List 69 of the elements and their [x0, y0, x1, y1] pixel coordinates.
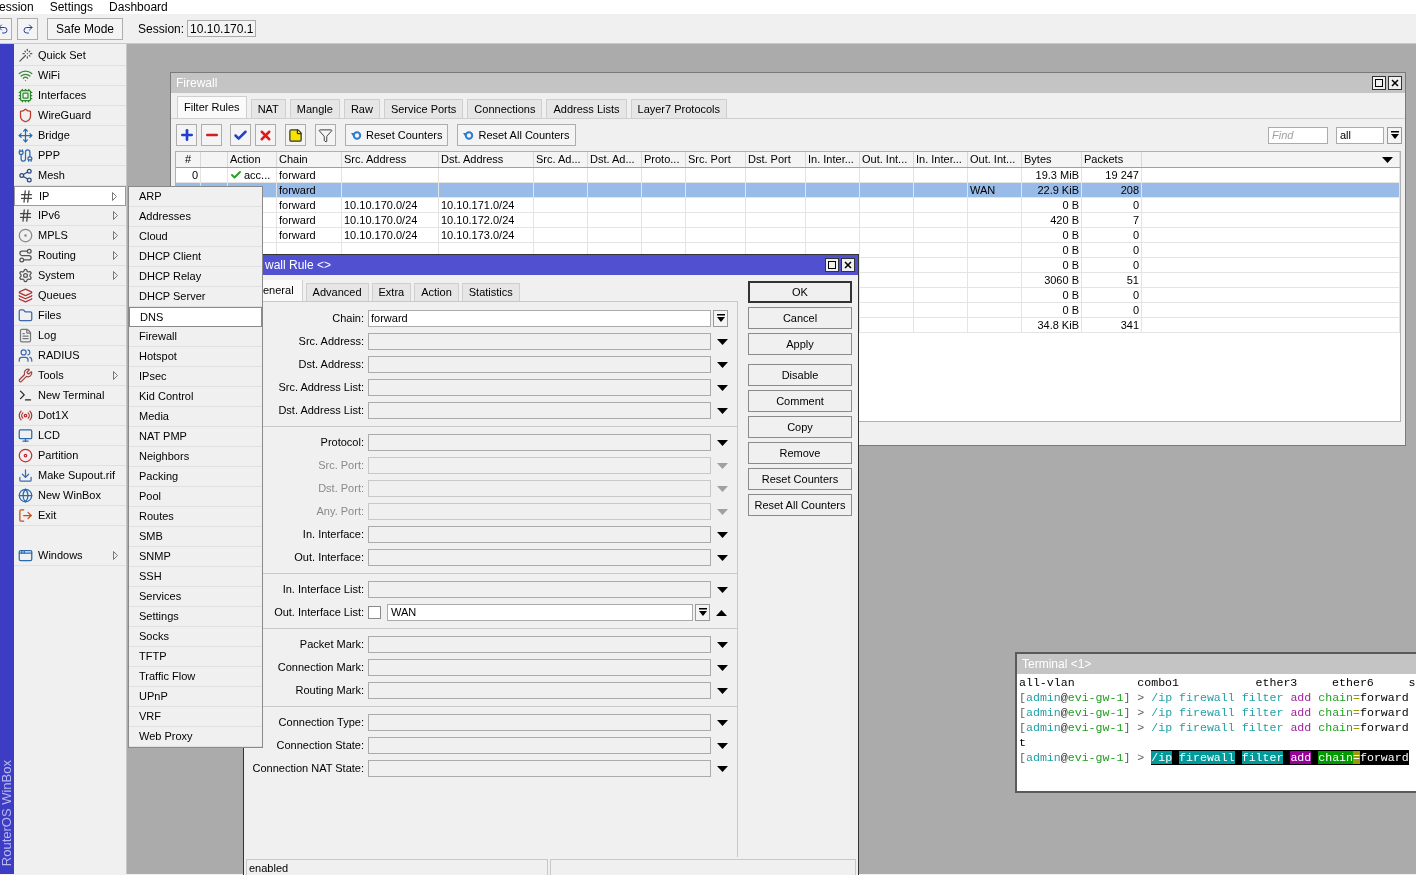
- table-cell: 10.10.171.0/24: [441, 199, 515, 211]
- field-label: In. Interface List:: [282, 584, 364, 595]
- field-label: In. Interface:: [302, 529, 364, 540]
- table-cell: 0: [1132, 244, 1139, 256]
- field-label: Src. Port:: [318, 460, 364, 471]
- status-text: enabled: [249, 862, 289, 874]
- window-title: Firewall: [176, 77, 218, 89]
- terminal-output: all-vlan combo1 ether3 ether6 s: [1019, 676, 1416, 689]
- table-cell: forward: [279, 199, 316, 211]
- field-label: Dst. Address:: [298, 359, 364, 370]
- terminal-prompt: [admin@evi-gw-1] >: [1019, 705, 1145, 720]
- terminal-prompt: [admin@evi-gw-1] >: [1019, 750, 1145, 765]
- brand-text: RouterOS WinBox: [1, 759, 13, 866]
- table-cell: 3060 B: [1044, 274, 1079, 286]
- terminal-command: /ip firewall filter add chain=forward: [1151, 720, 1409, 735]
- table-cell: 19.3 MiB: [1035, 169, 1079, 181]
- terminal-output: t: [1019, 736, 1026, 749]
- field-label: Out. Interface List:: [274, 607, 364, 618]
- field-label: Out. Interface:: [294, 552, 364, 563]
- table-cell: 0 B: [1062, 304, 1079, 316]
- table-cell: forward: [279, 184, 316, 196]
- table-cell: 341: [1120, 319, 1139, 331]
- terminal-prompt: [admin@evi-gw-1] >: [1019, 690, 1145, 705]
- field-label: Chain:: [332, 313, 364, 324]
- table-cell: 51: [1126, 274, 1139, 286]
- table-cell: 0: [1132, 289, 1139, 301]
- field-label: Connection State:: [276, 740, 364, 751]
- table-cell: 0: [191, 169, 198, 181]
- field-label: Connection Mark:: [277, 662, 364, 673]
- field-label: Routing Mark:: [295, 685, 364, 696]
- table-cell: forward: [279, 214, 316, 226]
- table-cell: 420 B: [1050, 214, 1079, 226]
- table-cell: 22.9 KiB: [1037, 184, 1079, 196]
- field-label: Any. Port:: [316, 506, 364, 517]
- table-cell: 10.10.172.0/24: [441, 214, 515, 226]
- field-label: Protocol:: [320, 437, 364, 448]
- field-label: Connection Type:: [278, 717, 364, 728]
- table-cell: 10.10.170.0/24: [344, 214, 418, 226]
- table-cell: 0 B: [1062, 199, 1079, 211]
- session-label: Session:: [138, 22, 185, 35]
- table-cell: 10.10.170.0/24: [344, 229, 418, 241]
- field-label: Connection NAT State:: [252, 763, 364, 774]
- table-cell: forward: [279, 169, 316, 181]
- table-cell: WAN: [970, 184, 996, 196]
- field-label: Dst. Port:: [318, 483, 364, 494]
- table-cell: 0 B: [1062, 259, 1079, 271]
- table-cell: 0: [1132, 199, 1139, 211]
- table-cell: acc...: [244, 169, 271, 181]
- table-cell: forward: [279, 229, 316, 241]
- table-cell: 0 B: [1062, 289, 1079, 301]
- field-label: Src. Address List:: [278, 382, 364, 393]
- table-cell: 0: [1132, 304, 1139, 316]
- table-cell: 34.8 KiB: [1037, 319, 1079, 331]
- field-label: Dst. Address List:: [278, 405, 364, 416]
- table-cell: 0 B: [1062, 229, 1079, 241]
- field-label: Src. Address:: [298, 336, 364, 347]
- table-cell: 10.10.173.0/24: [441, 229, 515, 241]
- table-cell: 0: [1132, 229, 1139, 241]
- field-label: Packet Mark:: [299, 639, 364, 650]
- table-cell: 10.10.170.0/24: [344, 199, 418, 211]
- table-cell: 0: [1132, 259, 1139, 271]
- terminal-command: /ip firewall filter add chain=forward: [1151, 690, 1409, 705]
- table-cell: 7: [1132, 214, 1139, 226]
- table-cell: 208: [1120, 184, 1139, 196]
- terminal-command: /ip firewall filter add chain=forward: [1151, 705, 1409, 720]
- table-cell: 19 247: [1105, 169, 1139, 181]
- table-cell: 0 B: [1062, 244, 1079, 256]
- window-title: Terminal <1>: [1022, 658, 1092, 670]
- terminal-prompt: [admin@evi-gw-1] >: [1019, 720, 1145, 735]
